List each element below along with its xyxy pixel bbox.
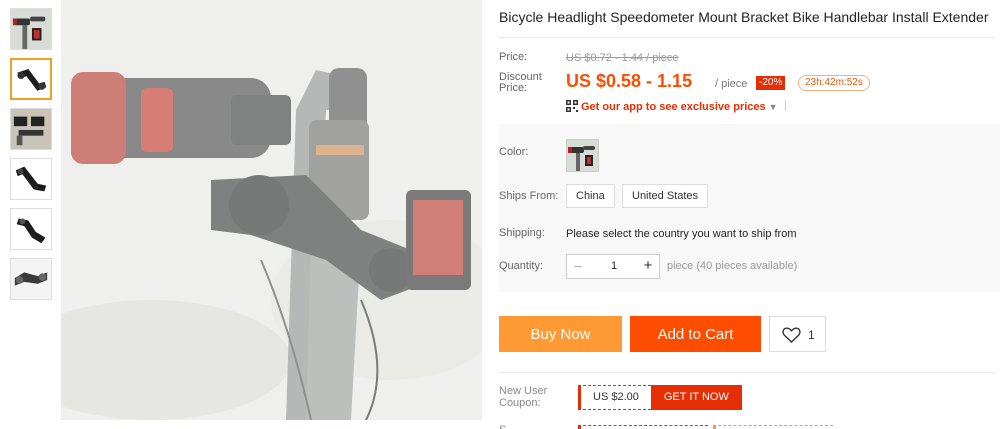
- wishlist-count: 1: [808, 328, 815, 342]
- thumbnail-image: [11, 9, 51, 49]
- color-swatch-selected[interactable]: [566, 139, 599, 172]
- ships-from-united-states[interactable]: United States: [622, 184, 709, 208]
- get-coupon-button[interactable]: GET IT NOW: [650, 385, 742, 410]
- thumbnail-4[interactable]: [10, 158, 52, 200]
- main-product-image[interactable]: [61, 0, 482, 420]
- per-unit-label: / piece: [715, 78, 748, 90]
- price-label: Price:: [499, 51, 528, 63]
- thumbnail-image: [11, 209, 51, 249]
- coupon-label: New User Coupon:: [499, 385, 548, 409]
- coupon-amount: US $2.00: [578, 385, 651, 410]
- chevron-down-icon: ▼: [768, 102, 778, 112]
- divider: [499, 37, 995, 38]
- divider: [499, 372, 995, 373]
- countdown-timer: 23h:42m:52s: [798, 75, 870, 91]
- thumbnail-strip: [10, 8, 52, 308]
- thumbnail-image: [11, 159, 51, 199]
- product-info: Bicycle Headlight Speedometer Mount Brac…: [499, 0, 1000, 429]
- quantity-stepper: − 1 +: [566, 254, 660, 279]
- discount-badge: -20%: [756, 76, 786, 90]
- app-promo-link[interactable]: Get our app to see exclusive prices ▼: [566, 100, 786, 113]
- shipping-text: Please select the country you want to sh…: [566, 228, 797, 240]
- buy-now-button[interactable]: Buy Now: [499, 316, 622, 352]
- color-label: Color:: [499, 146, 529, 158]
- discount-price: US $0.58 - 1.15: [566, 71, 693, 91]
- ships-from-label: Ships From:: [499, 190, 559, 202]
- thumbnail-2[interactable]: [10, 58, 52, 100]
- coupon-card-partial[interactable]: [713, 425, 833, 429]
- product-photo: [61, 0, 482, 420]
- qr-code-icon: [566, 100, 578, 112]
- add-to-cart-button[interactable]: Add to Cart: [630, 316, 761, 352]
- coupon-card-partial[interactable]: [578, 425, 708, 429]
- quantity-increase-button[interactable]: +: [637, 255, 659, 278]
- quantity-input[interactable]: 1: [589, 255, 639, 278]
- original-price: US $0.72 - 1.44 / piece: [566, 52, 679, 64]
- ships-from-china[interactable]: China: [566, 184, 615, 208]
- product-title: Bicycle Headlight Speedometer Mount Brac…: [499, 9, 989, 25]
- thumbnail-image: [11, 109, 51, 149]
- thumbnail-6[interactable]: [10, 258, 52, 300]
- quantity-availability: piece (40 pieces available): [667, 260, 798, 272]
- divider: [784, 100, 786, 111]
- wishlist-button[interactable]: 1: [769, 316, 826, 352]
- quantity-label: Quantity:: [499, 260, 544, 272]
- thumbnail-3[interactable]: [10, 108, 52, 150]
- quantity-decrease-button[interactable]: −: [567, 255, 589, 278]
- heart-icon: [782, 327, 801, 343]
- color-swatch-image: [567, 140, 598, 171]
- thumbnail-image: [12, 60, 50, 98]
- app-promo-text: Get our app to see exclusive prices: [581, 101, 766, 113]
- next-row-label: S: [499, 424, 506, 429]
- new-user-coupon[interactable]: US $2.00 GET IT NOW: [578, 385, 742, 410]
- discount-price-label: Discount Price:: [499, 71, 542, 94]
- thumbnail-image: [11, 259, 51, 299]
- thumbnail-5[interactable]: [10, 208, 52, 250]
- thumbnail-1[interactable]: [10, 8, 52, 50]
- shipping-label: Shipping:: [499, 227, 545, 239]
